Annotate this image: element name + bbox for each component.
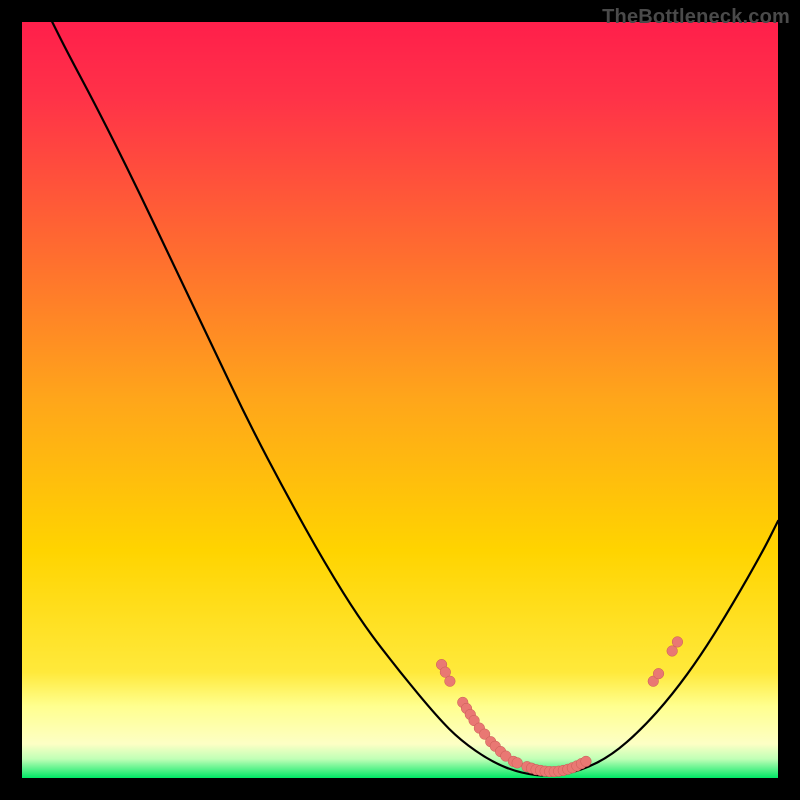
marker-dot (512, 758, 523, 769)
marker-dot (653, 668, 664, 679)
watermark-text: TheBottleneck.com (602, 6, 790, 29)
gradient-background (22, 22, 778, 778)
plot-area (22, 22, 778, 778)
chart-frame: TheBottleneck.com (0, 0, 800, 800)
marker-dot (667, 646, 678, 657)
marker-dot (445, 676, 456, 687)
marker-dot (581, 756, 592, 767)
marker-dot (672, 637, 683, 648)
chart-svg (22, 22, 778, 778)
